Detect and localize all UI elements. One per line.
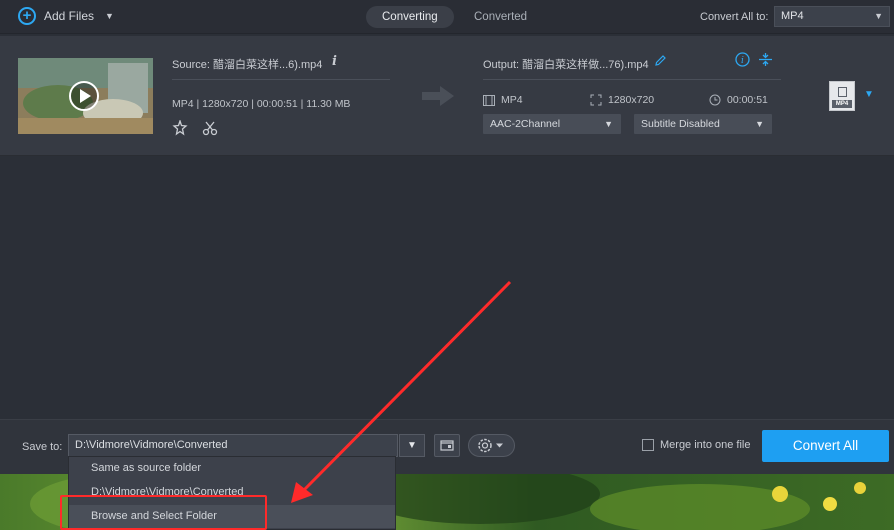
source-meta: MP4 | 1280x720 | 00:00:51 | 11.30 MB [172,98,351,110]
save-path-dropdown-button[interactable]: ▼ [399,434,425,457]
divider [483,79,781,80]
format-badge-label: MP4 [832,100,852,108]
video-thumbnail[interactable] [18,58,153,134]
settings-button[interactable] [468,434,515,457]
compress-icon[interactable] [758,52,773,72]
output-filename: Output: 醋溜白菜这样做...76).mp4 [483,59,649,71]
output-duration-info: 00:00:51 [709,94,768,106]
info-icon[interactable]: i [332,54,337,69]
save-to-label: Save to: [22,441,63,453]
divider [172,79,390,80]
chevron-down-icon: ▼ [874,11,883,21]
folder-icon [440,440,454,451]
annotation-highlight-box [60,495,267,530]
tab-converting[interactable]: Converting [366,6,454,28]
convert-all-button[interactable]: Convert All [762,430,889,462]
magic-wand-icon[interactable] [172,118,188,141]
output-format-info: MP4 [483,94,523,106]
edit-tools [172,118,218,141]
output-format: MP4 [501,94,523,106]
audio-track-select[interactable]: AAC-2Channel ▼ [483,114,621,134]
merge-label: Merge into one file [660,439,751,451]
save-path-field[interactable]: D:\Vidmore\Vidmore\Converted [68,434,398,457]
clock-icon [709,94,721,106]
output-resolution-info: 1280x720 [590,94,654,106]
add-files-button[interactable]: + Add Files ▼ [18,7,114,25]
tab-converted[interactable]: Converted [458,6,543,28]
output-info-icon[interactable]: i [735,52,750,72]
chevron-down-icon: ▼ [604,119,613,129]
arrow-right-icon [420,84,456,113]
top-toolbar: + Add Files ▼ Converting Converted Conve… [0,0,894,34]
subtitle-select[interactable]: Subtitle Disabled ▼ [634,114,772,134]
gear-icon [478,438,503,453]
chevron-down-icon: ▼ [755,119,764,129]
convert-all-to-label: Convert All to: [700,11,769,23]
checkbox[interactable] [642,439,654,451]
chevron-down-icon[interactable]: ▼ [105,11,114,21]
resize-icon [590,94,602,106]
scissors-icon[interactable] [202,120,218,141]
file-item-row: Source: 醋溜白菜这样...6).mp4 i MP4 | 1280x720… [0,36,894,156]
audio-track-value: AAC-2Channel [490,118,561,130]
document-icon [838,87,847,97]
plus-circle-icon: + [18,7,36,25]
file-list-empty-area [0,157,894,419]
output-resolution: 1280x720 [608,94,655,106]
add-files-label: Add Files [44,9,95,23]
chevron-down-icon[interactable]: ▼ [864,89,874,100]
source-filename: Source: 醋溜白菜这样...6).mp4 [172,59,323,71]
convert-all-format-select[interactable]: MP4 ▼ [774,6,890,27]
output-duration: 00:00:51 [727,94,768,106]
pencil-icon[interactable] [654,54,667,72]
open-folder-button[interactable] [434,434,460,457]
subtitle-value: Subtitle Disabled [641,118,720,130]
svg-text:i: i [741,56,744,66]
film-icon [483,94,495,106]
merge-checkbox[interactable]: Merge into one file [642,439,751,451]
dropdown-option-same-as-source[interactable]: Same as source folder [69,457,395,480]
output-format-badge[interactable]: MP4 [829,81,855,111]
convert-all-format-value: MP4 [781,10,804,22]
